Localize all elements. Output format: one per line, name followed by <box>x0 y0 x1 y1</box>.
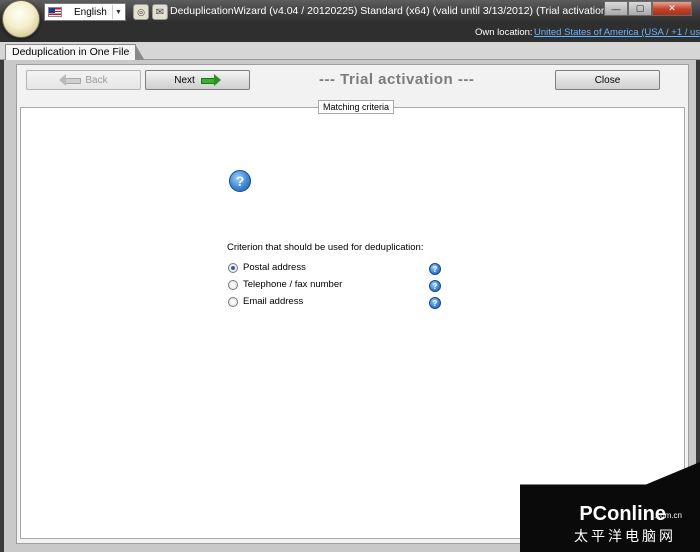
radio-email-address[interactable] <box>228 296 238 307</box>
criterion-label: Criterion that should be used for dedupl… <box>227 242 424 253</box>
arrow-right-icon <box>200 74 221 86</box>
language-value: English <box>74 6 107 18</box>
option-postal-address[interactable]: Postal address <box>228 262 306 273</box>
main-frame: Back Next --- Trial activation --- Close… <box>0 60 700 552</box>
page-title: --- Trial activation --- <box>319 71 475 88</box>
back-button-label: Back <box>85 74 108 86</box>
window-controls: — ▢ ✕ <box>604 1 692 16</box>
application-menu-button[interactable] <box>2 0 40 38</box>
lifebuoy-icon[interactable]: ◎ <box>133 4 149 20</box>
tab-strip: Deduplication in One File <box>0 42 700 61</box>
help-icon[interactable]: ? <box>429 297 441 309</box>
close-window-button[interactable]: ✕ <box>652 1 692 16</box>
option-telephone-fax[interactable]: Telephone / fax number <box>228 279 342 290</box>
next-button-label: Next <box>174 74 195 86</box>
location-bar: Own location: United States of America (… <box>0 24 700 42</box>
own-location-link[interactable]: United States of America (USA / +1 / us) <box>534 27 700 38</box>
option-label: Email address <box>243 296 304 307</box>
window-title: DeduplicationWizard (v4.04 / 20120225) S… <box>170 5 615 17</box>
help-icon[interactable]: ? <box>229 170 251 192</box>
envelope-icon[interactable]: ✉ <box>152 4 168 20</box>
group-tab-matching-criteria: Matching criteria <box>318 100 395 114</box>
matching-criteria-panel: Matching criteria ? Criterion that shoul… <box>20 100 685 539</box>
close-button-label: Close <box>594 74 621 86</box>
close-button[interactable]: Close <box>555 70 660 90</box>
tab-deduplication-in-one-file[interactable]: Deduplication in One File <box>5 44 146 61</box>
radio-postal-address[interactable] <box>228 262 238 273</box>
help-icon[interactable]: ? <box>429 263 441 275</box>
quick-access-toolbar: English ▼ ◎ ✉ <box>44 3 168 21</box>
flag-icon <box>48 7 62 17</box>
own-location-label: Own location: <box>475 27 533 38</box>
watermark-logo: PConline <box>579 503 666 525</box>
title-bar: English ▼ ◎ ✉ DeduplicationWizard (v4.04… <box>0 0 700 38</box>
radio-telephone-fax[interactable] <box>228 279 238 290</box>
option-email-address[interactable]: Email address <box>228 296 303 307</box>
wizard-panel: Back Next --- Trial activation --- Close… <box>16 64 689 544</box>
option-label: Postal address <box>243 262 306 273</box>
maximize-button[interactable]: ▢ <box>628 1 652 16</box>
minimize-button[interactable]: — <box>604 1 628 16</box>
language-select[interactable]: English ▼ <box>44 3 126 21</box>
watermark-domain: .com.cn <box>653 511 682 520</box>
chevron-down-icon[interactable]: ▼ <box>112 5 124 19</box>
arrow-left-icon <box>59 74 82 86</box>
help-icon[interactable]: ? <box>429 280 441 292</box>
option-label: Telephone / fax number <box>243 279 343 290</box>
back-button[interactable]: Back <box>26 70 141 90</box>
watermark-chinese: 太平洋电脑网 <box>574 528 676 544</box>
next-button[interactable]: Next <box>145 70 250 90</box>
